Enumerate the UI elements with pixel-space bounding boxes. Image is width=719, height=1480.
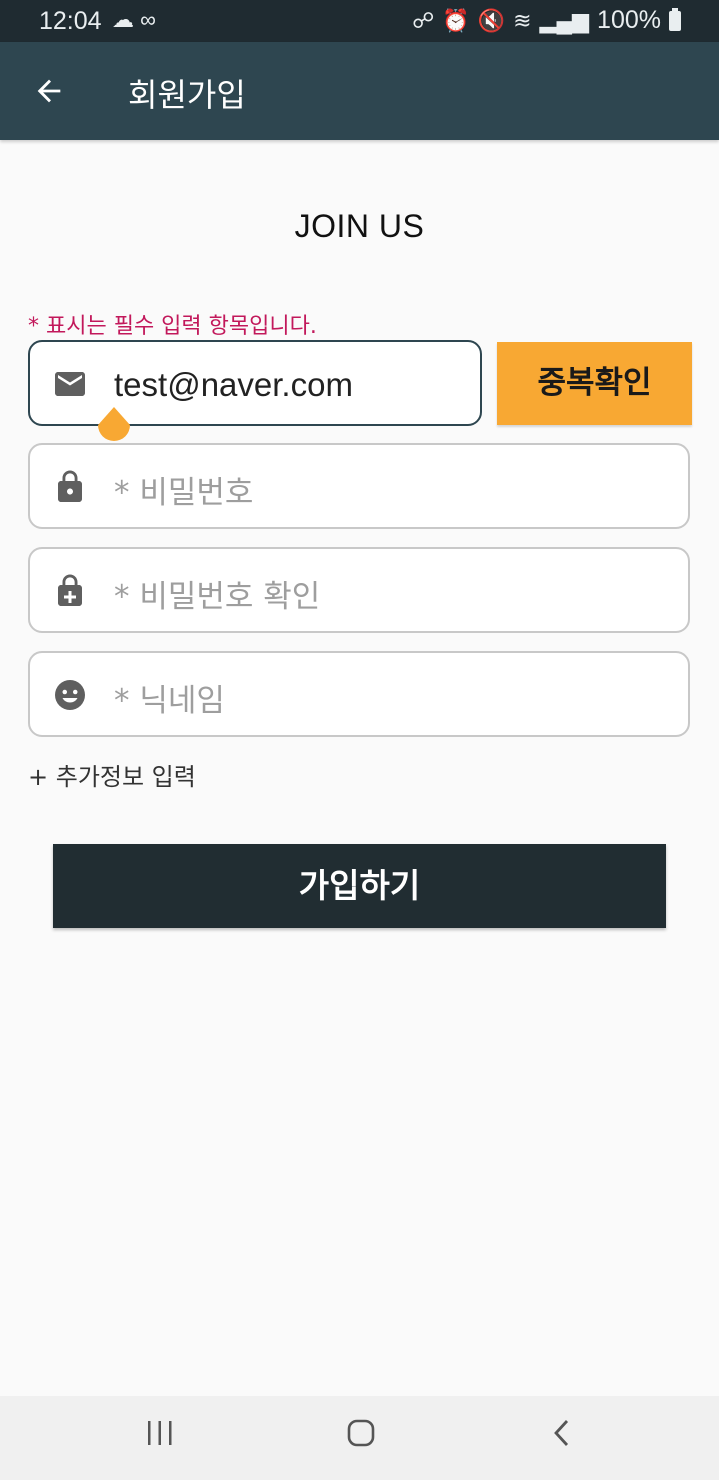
page-title: 회원가입 [128, 76, 246, 114]
password-input[interactable]: * 비밀번호 [114, 467, 253, 512]
status-time: 12:04 [39, 7, 102, 35]
app-bar: 회원가입 [0, 42, 719, 140]
lock-icon [58, 470, 82, 502]
email-input[interactable]: test@naver.com [114, 366, 353, 404]
submit-button[interactable]: 가입하기 [53, 844, 666, 928]
battery-icon [669, 7, 681, 31]
text-cursor-handle-icon[interactable] [96, 405, 132, 447]
wifi-icon: ≋ [513, 7, 532, 33]
back-icon[interactable] [552, 1418, 572, 1448]
system-nav-bar [0, 1396, 719, 1480]
status-right-icons: ☍ ⏰ 🔇 ≋ ▂▄▆ 100% [412, 6, 681, 35]
password-confirm-field[interactable]: * 비밀번호 확인 [28, 547, 690, 633]
signal-icon: ▂▄▆ [539, 7, 590, 33]
battery-percent: 100% [597, 6, 661, 34]
duplicate-check-button[interactable]: 중복확인 [497, 342, 692, 425]
smiley-icon [55, 680, 85, 710]
email-icon [55, 372, 85, 396]
nickname-input[interactable]: * 닉네임 [114, 675, 225, 720]
home-icon[interactable] [346, 1418, 376, 1448]
alarm-icon: ⏰ [442, 7, 470, 33]
password-field[interactable]: * 비밀번호 [28, 443, 690, 529]
weather-icon: ☁ [112, 7, 134, 32]
recent-apps-icon[interactable] [145, 1420, 175, 1446]
nickname-field[interactable]: * 닉네임 [28, 651, 690, 737]
password-confirm-input[interactable]: * 비밀번호 확인 [114, 571, 320, 616]
required-note: * 표시는 필수 입력 항목입니다. [28, 314, 317, 339]
mute-icon: 🔇 [477, 7, 506, 33]
key-icon: ☍ [412, 7, 435, 33]
join-heading: JOIN US [294, 208, 425, 244]
extra-info-link[interactable]: + 추가정보 입력 [28, 757, 196, 792]
status-left-icons: ☁ ∞ [112, 7, 156, 33]
arrow-left-icon[interactable] [32, 74, 66, 108]
status-bar: 12:04 ☁ ∞ ☍ ⏰ 🔇 ≋ ▂▄▆ 100% [0, 0, 719, 42]
link-icon: ∞ [140, 7, 156, 32]
lock-plus-icon [58, 574, 82, 606]
